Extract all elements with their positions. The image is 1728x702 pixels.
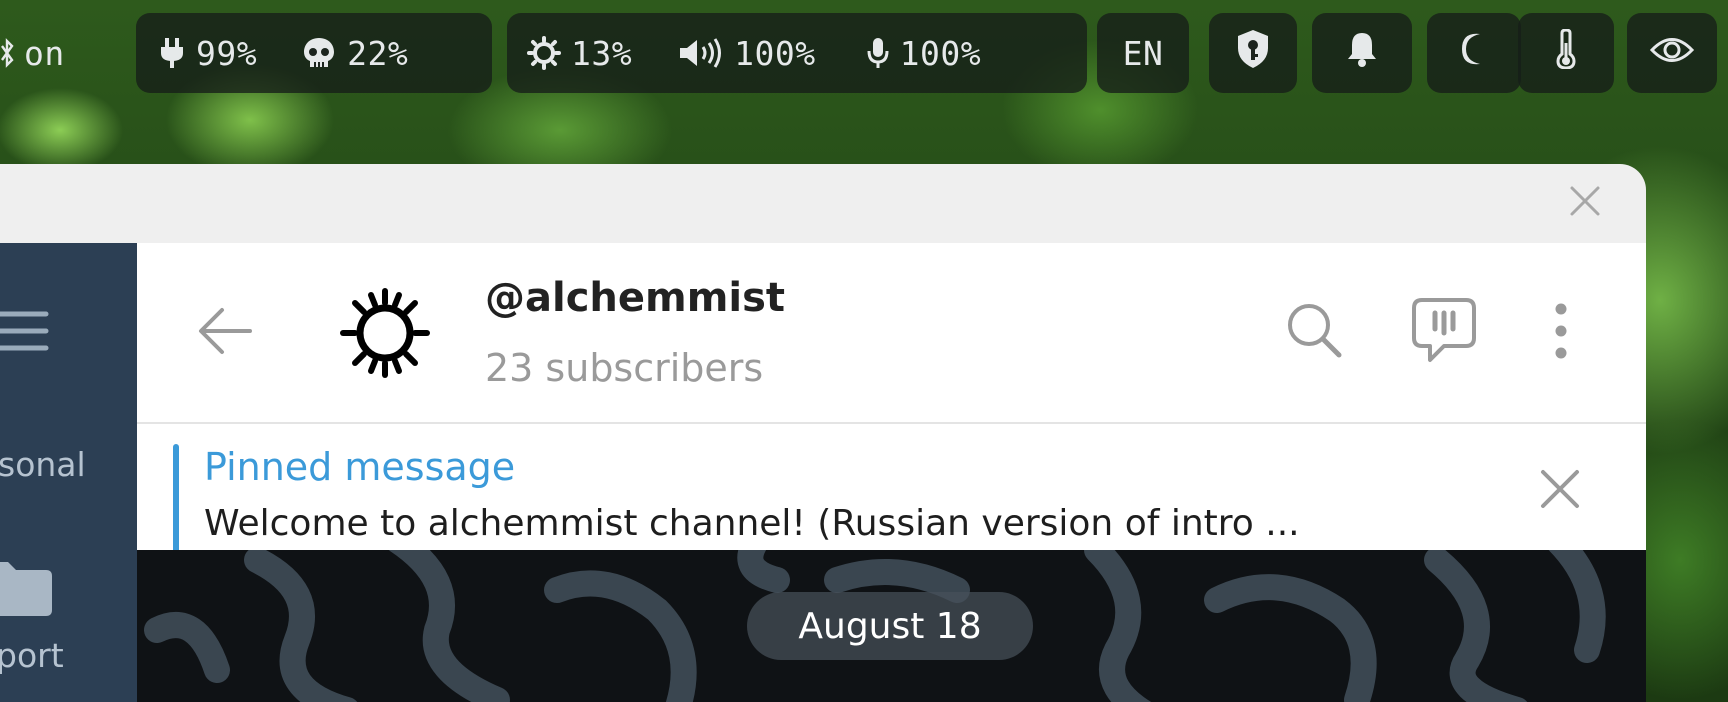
back-arrow-icon [196,306,254,360]
chat-header: @alchemmist 23 subscribers [137,243,1646,424]
chat-title[interactable]: @alchemmist [485,275,785,321]
plug-icon [158,36,186,70]
statusbar-bluetooth[interactable]: on [0,13,102,93]
speaker-icon [678,37,724,69]
thermometer-icon [1555,28,1577,77]
temperature-button[interactable] [1518,13,1614,93]
comments-icon [1410,296,1478,370]
more-button[interactable] [1541,297,1581,369]
night-mode-button[interactable] [1427,13,1521,93]
back-button[interactable] [193,301,257,365]
window-close-button[interactable] [1568,186,1602,220]
privacy-button[interactable] [1627,13,1717,93]
messages-area[interactable]: August 18 [137,550,1646,702]
search-icon [1285,301,1343,363]
folder-personal[interactable]: sonal [0,433,137,493]
pinned-accent-bar [173,444,179,562]
volume-indicator[interactable]: 100% [678,34,815,73]
language-value: EN [1122,33,1164,73]
brightness-indicator[interactable]: 13% [527,34,632,73]
bluetooth-icon [0,38,14,68]
statusbar-power-memory[interactable]: 99% 22% [136,13,492,93]
unpin-button[interactable] [1537,468,1583,514]
shield-key-icon [1235,28,1271,78]
folders-sidebar: sonal port [0,243,137,702]
search-button[interactable] [1283,301,1345,363]
bluetooth-status: on [24,33,65,73]
notifications-button[interactable] [1312,13,1412,93]
eye-icon [1649,34,1695,73]
pinned-text: Welcome to alchemmist channel! (Russian … [204,503,1300,544]
language-indicator[interactable]: EN [1097,13,1189,93]
statusbar-media[interactable]: 13% 100% 100% [507,13,1087,93]
vpn-button[interactable] [1209,13,1297,93]
microphone-icon [866,36,890,70]
date-separator: August 18 [747,592,1033,660]
pinned-label: Pinned message [204,445,516,489]
memory-value: 22% [347,33,409,73]
folder-label: sonal [0,445,86,484]
sun-gear-icon [337,285,433,385]
memory-indicator: 22% [301,34,408,73]
moon-icon [1458,31,1490,75]
pinned-message-bar[interactable]: Pinned message Welcome to alchemmist cha… [137,424,1646,562]
microphone-indicator[interactable]: 100% [866,34,981,73]
folder-label: port [0,636,64,675]
brightness-value: 13% [571,33,633,73]
brightness-icon [527,36,561,70]
hamburger-menu-icon [0,308,60,358]
folder-support[interactable]: port [0,558,137,678]
power-indicator: 99% [158,34,257,73]
microphone-value: 100% [899,33,982,73]
bell-icon [1345,30,1379,76]
more-vertical-icon [1553,301,1569,365]
close-icon [1540,469,1580,513]
folder-icon [0,560,54,622]
comments-button[interactable] [1409,297,1479,369]
close-icon [1568,184,1602,222]
power-value: 99% [196,33,258,73]
subscriber-count: 23 subscribers [485,346,764,390]
skull-icon [301,36,337,70]
volume-value: 100% [734,33,816,73]
channel-avatar[interactable] [337,287,433,383]
telegram-window: sonal port @alchemmist 23 subscribers Pi… [0,164,1646,702]
main-menu-button[interactable] [0,303,60,363]
